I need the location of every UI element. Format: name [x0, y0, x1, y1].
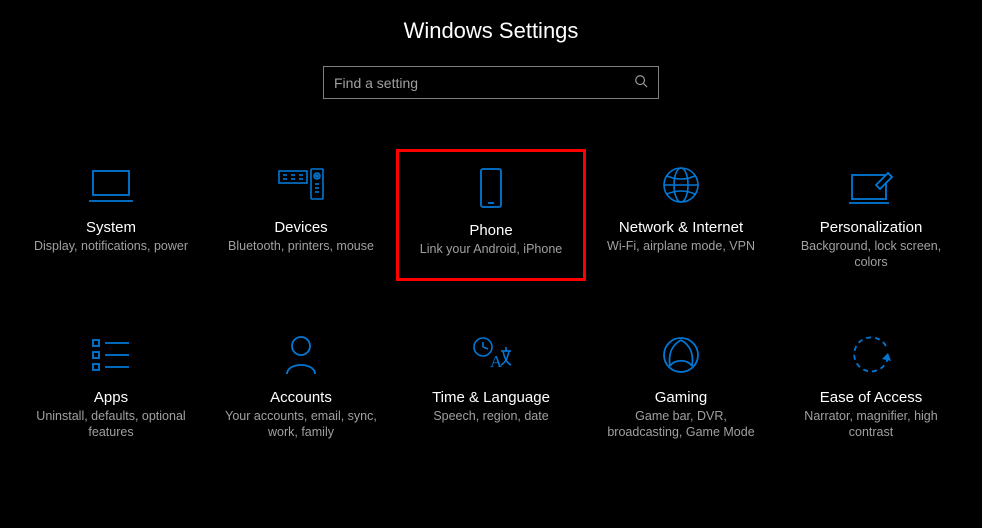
tile-apps[interactable]: Apps Uninstall, defaults, optional featu…	[16, 319, 206, 451]
tile-time-language[interactable]: A Time & Language Speech, region, date	[396, 319, 586, 451]
tile-desc: Speech, region, date	[429, 408, 552, 424]
tile-desc: Display, notifications, power	[30, 238, 192, 254]
tile-desc: Your accounts, email, sync, work, family	[212, 408, 390, 441]
system-icon	[89, 157, 133, 213]
tile-desc: Narrator, magnifier, high contrast	[782, 408, 960, 441]
gaming-icon	[661, 327, 701, 383]
tile-desc: Uninstall, defaults, optional features	[22, 408, 200, 441]
search-box[interactable]	[323, 66, 659, 99]
tile-title: Accounts	[270, 389, 332, 406]
tile-desc: Background, lock screen, colors	[782, 238, 960, 271]
tile-title: System	[86, 219, 136, 236]
phone-icon	[479, 160, 503, 216]
tile-accounts[interactable]: Accounts Your accounts, email, sync, wor…	[206, 319, 396, 451]
search-input[interactable]	[334, 75, 634, 91]
settings-grid: System Display, notifications, power Dev…	[0, 149, 982, 450]
tile-title: Network & Internet	[619, 219, 743, 236]
tile-desc: Game bar, DVR, broadcasting, Game Mode	[592, 408, 770, 441]
tile-desc: Link your Android, iPhone	[416, 241, 566, 257]
tile-system[interactable]: System Display, notifications, power	[16, 149, 206, 281]
tile-title: Phone	[469, 222, 512, 239]
personalization-icon	[848, 157, 894, 213]
search-wrap	[0, 66, 982, 99]
tile-network[interactable]: Network & Internet Wi-Fi, airplane mode,…	[586, 149, 776, 281]
tile-title: Ease of Access	[820, 389, 923, 406]
tile-title: Personalization	[820, 219, 923, 236]
apps-icon	[91, 327, 131, 383]
search-icon	[634, 74, 648, 91]
tile-title: Devices	[274, 219, 327, 236]
tile-title: Time & Language	[432, 389, 550, 406]
tile-title: Apps	[94, 389, 128, 406]
tile-desc: Bluetooth, printers, mouse	[224, 238, 378, 254]
tile-title: Gaming	[655, 389, 708, 406]
page-header: Windows Settings	[0, 0, 982, 66]
tile-gaming[interactable]: Gaming Game bar, DVR, broadcasting, Game…	[586, 319, 776, 451]
tile-devices[interactable]: Devices Bluetooth, printers, mouse	[206, 149, 396, 281]
time-language-icon: A	[469, 327, 513, 383]
tile-desc: Wi-Fi, airplane mode, VPN	[603, 238, 759, 254]
page-title: Windows Settings	[0, 18, 982, 44]
tile-phone[interactable]: Phone Link your Android, iPhone	[396, 149, 586, 281]
devices-icon	[277, 157, 325, 213]
globe-icon	[661, 157, 701, 213]
ease-of-access-icon	[851, 327, 891, 383]
accounts-icon	[283, 327, 319, 383]
tile-ease-of-access[interactable]: Ease of Access Narrator, magnifier, high…	[776, 319, 966, 451]
svg-text:A: A	[490, 352, 503, 371]
tile-personalization[interactable]: Personalization Background, lock screen,…	[776, 149, 966, 281]
